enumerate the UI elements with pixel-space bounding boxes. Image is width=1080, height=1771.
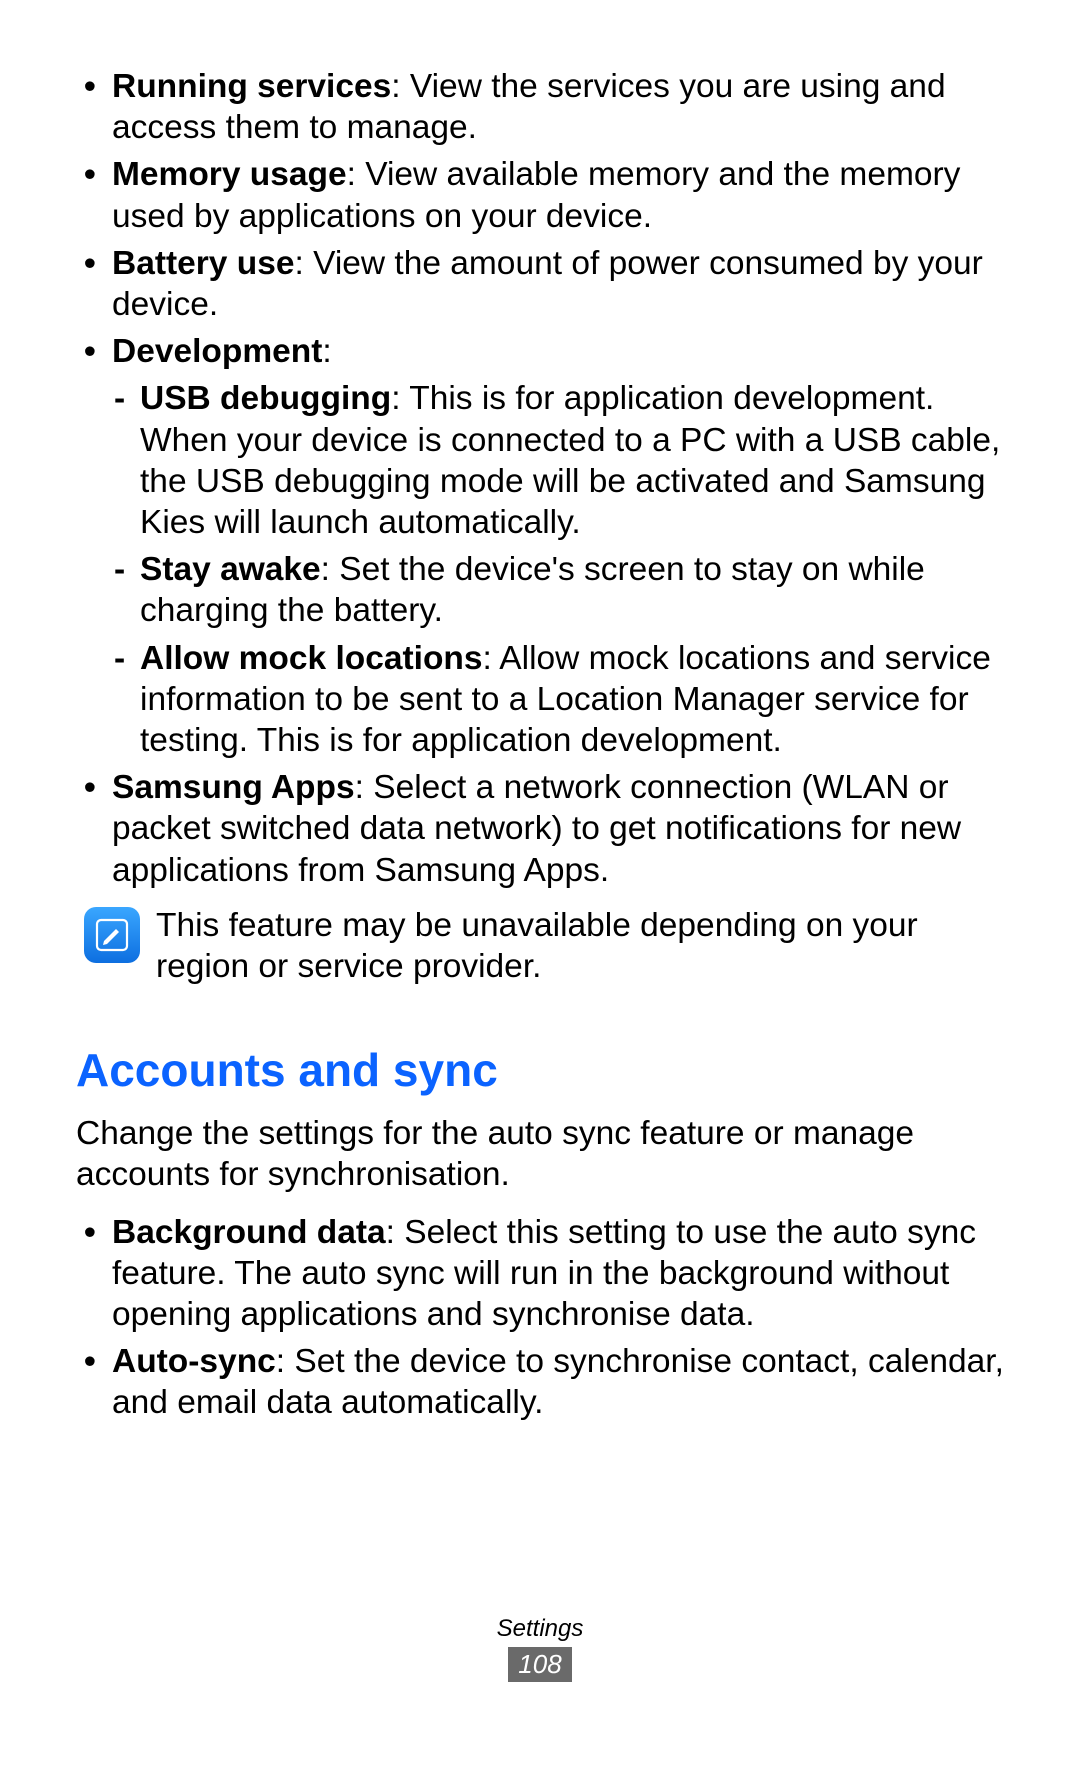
footer-page-number: 108 bbox=[508, 1647, 571, 1682]
sub-title: USB debugging bbox=[140, 380, 391, 417]
top-bullets: Running services: View the services you … bbox=[76, 66, 1004, 891]
sub-stay-awake: Stay awake: Set the device's screen to s… bbox=[112, 549, 1004, 631]
page-footer: Settings 108 bbox=[0, 1615, 1080, 1682]
footer-section-label: Settings bbox=[0, 1615, 1080, 1643]
bullet-title: Battery use bbox=[112, 245, 294, 282]
bullet-title: Running services bbox=[112, 68, 391, 105]
bullet-title: Background data bbox=[112, 1214, 386, 1251]
bullet-desc: : bbox=[322, 333, 331, 370]
sub-usb-debugging: USB debugging: This is for application d… bbox=[112, 378, 1004, 543]
page-content: Running services: View the services you … bbox=[76, 66, 1004, 1430]
sub-allow-mock-locations: Allow mock locations: Allow mock locatio… bbox=[112, 638, 1004, 762]
pencil-note-icon bbox=[94, 917, 130, 953]
bullet-samsung-apps: Samsung Apps: Select a network connectio… bbox=[76, 767, 1004, 891]
bullet-memory-usage: Memory usage: View available memory and … bbox=[76, 154, 1004, 236]
development-sublist: USB debugging: This is for application d… bbox=[112, 378, 1004, 761]
note-row: This feature may be unavailable dependin… bbox=[84, 905, 1004, 987]
bullet-battery-use: Battery use: View the amount of power co… bbox=[76, 243, 1004, 325]
bullet-title: Auto-sync bbox=[112, 1343, 276, 1380]
sub-title: Stay awake bbox=[140, 551, 321, 588]
section-heading-accounts-sync: Accounts and sync bbox=[76, 1043, 1004, 1097]
bullet-title: Memory usage bbox=[112, 156, 347, 193]
bullet-title: Development bbox=[112, 333, 322, 370]
section-intro: Change the settings for the auto sync fe… bbox=[76, 1113, 1004, 1195]
accounts-sync-bullets: Background data: Select this setting to … bbox=[76, 1212, 1004, 1424]
note-text: This feature may be unavailable dependin… bbox=[156, 905, 1004, 987]
sub-title: Allow mock locations bbox=[140, 640, 483, 677]
bullet-background-data: Background data: Select this setting to … bbox=[76, 1212, 1004, 1336]
bullet-title: Samsung Apps bbox=[112, 769, 355, 806]
bullet-auto-sync: Auto-sync: Set the device to synchronise… bbox=[76, 1341, 1004, 1423]
note-icon bbox=[84, 907, 140, 963]
bullet-development: Development: USB debugging: This is for … bbox=[76, 331, 1004, 761]
bullet-running-services: Running services: View the services you … bbox=[76, 66, 1004, 148]
